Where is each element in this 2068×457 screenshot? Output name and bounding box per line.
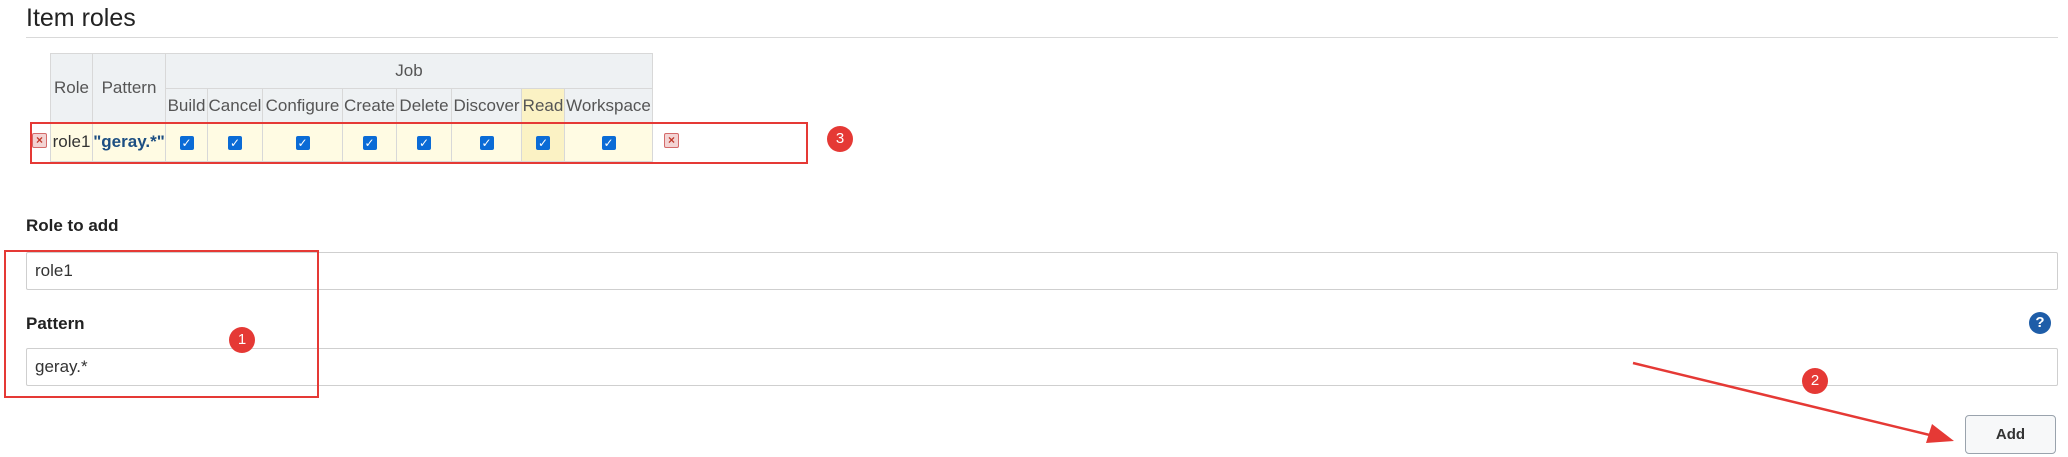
arrow-shaft [1632,361,1939,439]
annotation-arrow [1632,361,1954,443]
arrow-head [1926,424,1954,443]
